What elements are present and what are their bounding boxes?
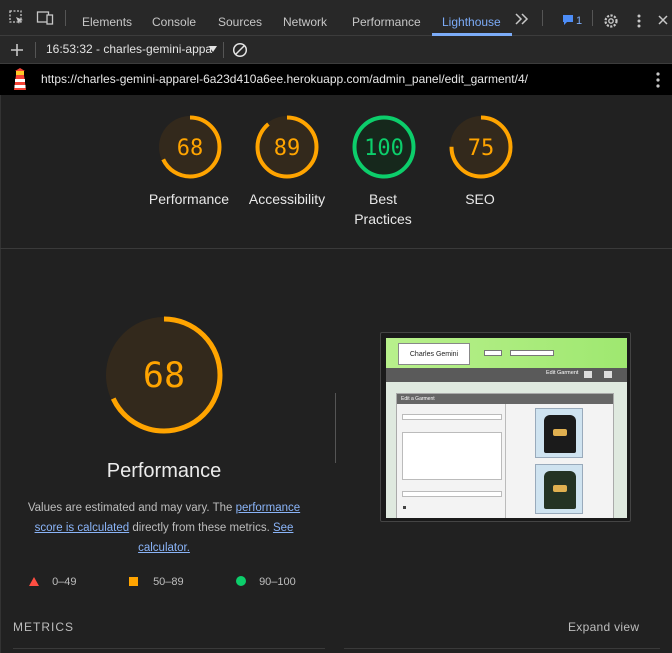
site-nav-title: Edit Garment [546, 370, 579, 376]
site-logo: Charles Gemini [398, 343, 470, 365]
expand-view-toggle[interactable]: Expand view [568, 620, 639, 634]
disclaimer-text-2: directly from these metrics. [129, 522, 273, 534]
lighthouse-logo-icon [14, 68, 26, 90]
gauge-performance-label[interactable]: Performance [139, 189, 239, 209]
more-tabs-icon[interactable] [514, 12, 530, 26]
gauge-seo-label[interactable]: SEO [430, 189, 530, 209]
site-nav: Edit Garment [386, 368, 627, 382]
report-menu-icon[interactable] [652, 71, 664, 89]
tab-performance[interactable]: Performance [352, 0, 421, 36]
gauge-seo-value: 75 [468, 136, 495, 161]
gauge-best-practices-label-line1: Best [368, 191, 397, 207]
legend-pass-label: 90–100 [259, 576, 296, 588]
performance-big-score: 68 [143, 356, 185, 396]
edit-form-panel: Edit a Garment [396, 393, 614, 518]
inspect-element-icon[interactable] [8, 9, 26, 27]
chevron-down-icon[interactable] [209, 46, 217, 52]
vertical-divider [335, 393, 336, 463]
gauge-best-practices-label[interactable]: Best Practices [333, 189, 433, 229]
tab-elements[interactable]: Elements [82, 0, 132, 36]
legend-fail: 0–49 [29, 576, 77, 588]
plus-icon[interactable] [9, 42, 25, 58]
lighthouse-toolbar: 16:53:32 - charles-gemini-appa [0, 36, 672, 64]
screenshot-image: Charles Gemini Edit Garment Edit a Garme… [386, 338, 627, 518]
issues-count[interactable]: 1 [576, 15, 582, 27]
gauge-performance[interactable]: 68 [156, 113, 224, 181]
report-url[interactable]: https://charles-gemini-apparel-6a23d410a… [41, 72, 528, 86]
section-divider [0, 248, 672, 249]
disclaimer-text-1: Values are estimated and may vary. The [27, 502, 236, 514]
devtools-tab-bar: Elements Console Sources Network Perform… [0, 0, 672, 36]
clear-all-icon[interactable] [232, 42, 248, 58]
gauge-seo[interactable]: 75 [447, 113, 515, 181]
circle-icon [236, 576, 246, 586]
performance-big-gauge: 68 [105, 316, 223, 434]
performance-title: Performance [106, 460, 222, 482]
tab-sources[interactable]: Sources [218, 0, 262, 36]
report-select[interactable]: 16:53:32 - charles-gemini-appa [46, 42, 212, 56]
metrics-divider-left [13, 648, 325, 649]
gauge-best-practices-value: 100 [364, 136, 404, 161]
legend-pass: 90–100 [236, 576, 296, 588]
metrics-divider-right [344, 648, 660, 649]
gauge-best-practices-label-line2: Practices [354, 211, 412, 227]
gauge-accessibility-value: 89 [274, 136, 301, 161]
final-screenshot-thumbnail[interactable]: Charles Gemini Edit Garment Edit a Garme… [380, 332, 631, 522]
kebab-menu-icon[interactable] [632, 13, 646, 29]
performance-disclaimer: Values are estimated and may vary. The p… [18, 498, 310, 558]
garment-image-2 [535, 464, 583, 514]
site-register-button [484, 350, 502, 356]
triangle-icon [29, 577, 39, 586]
gauge-accessibility[interactable]: 89 [253, 113, 321, 181]
gauge-best-practices[interactable]: 100 [350, 113, 418, 181]
close-icon[interactable] [657, 14, 669, 26]
gauge-performance-value: 68 [177, 136, 204, 161]
garment-image-1 [535, 408, 583, 458]
legend-average-label: 50–89 [153, 576, 184, 588]
issues-icon[interactable] [562, 14, 574, 26]
square-icon [129, 577, 138, 586]
legend-average: 50–89 [129, 576, 184, 588]
tab-network[interactable]: Network [283, 0, 327, 36]
site-header: Charles Gemini [386, 338, 627, 368]
edit-form-title: Edit a Garment [397, 394, 613, 404]
report-url-bar: https://charles-gemini-apparel-6a23d410a… [0, 64, 672, 95]
device-toolbar-icon[interactable] [36, 9, 54, 27]
legend-fail-label: 0–49 [52, 576, 77, 588]
tab-console[interactable]: Console [152, 0, 196, 36]
site-search-field [510, 350, 554, 356]
metrics-heading: METRICS [13, 620, 74, 634]
gauge-accessibility-label[interactable]: Accessibility [237, 189, 337, 209]
tab-lighthouse[interactable]: Lighthouse [442, 0, 501, 36]
settings-gear-icon[interactable] [603, 13, 619, 29]
